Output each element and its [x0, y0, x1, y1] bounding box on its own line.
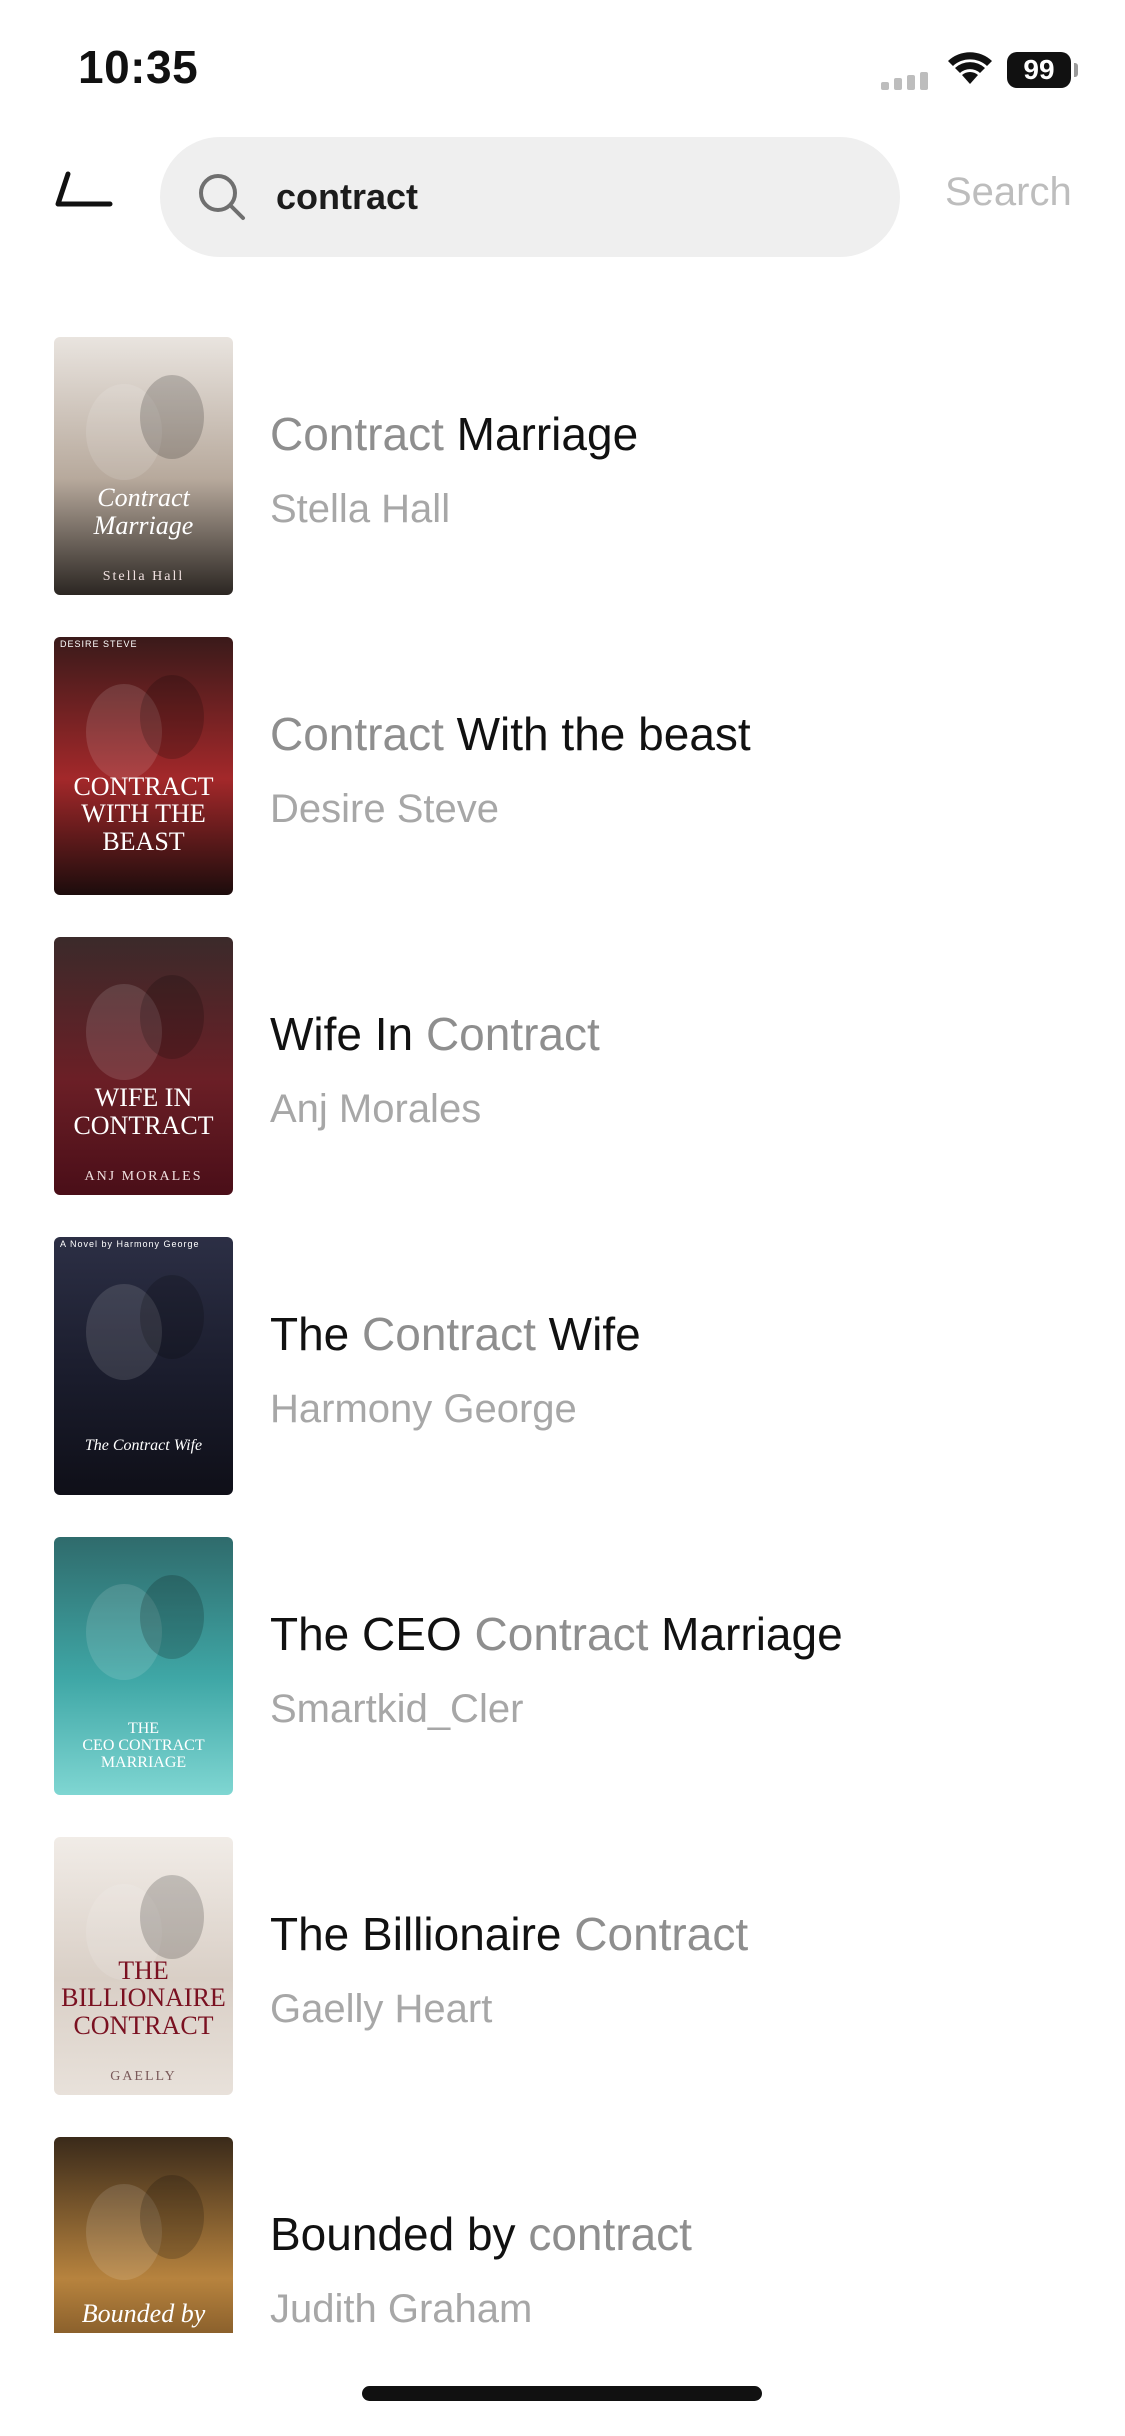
- title-segment: With the beast: [443, 708, 751, 760]
- search-icon: [199, 174, 245, 220]
- title-match-highlight: Contract: [474, 1608, 649, 1660]
- cover-author-text: Stella Hall: [102, 569, 185, 584]
- cover-top-text: DESIRE STEVE: [60, 639, 138, 649]
- status-bar: 10:35 99: [0, 0, 1125, 140]
- cover-title-text: Bounded bycontract: [54, 2300, 233, 2333]
- book-title[interactable]: Contract Marriage: [270, 407, 638, 461]
- cover-title-line: contract: [54, 2327, 233, 2333]
- book-result-item[interactable]: A Novel by Harmony George The Contract Wi…: [0, 1235, 1125, 1535]
- book-result-item[interactable]: THE BILLIONAIRE CONTRACT GAELLY The Billiona…: [0, 1835, 1125, 2135]
- title-match-highlight: contract: [528, 2208, 692, 2260]
- title-segment: The: [270, 1308, 363, 1360]
- cover-title-line: The Contract Wife: [84, 1437, 203, 1455]
- wifi-icon: [948, 52, 992, 84]
- book-cover-image[interactable]: A Novel by Harmony George The Contract Wi…: [54, 1237, 233, 1495]
- cellular-signal-icon: [881, 72, 928, 90]
- cover-author-text: ANJ MORALES: [84, 1169, 203, 1184]
- battery-tip: [1074, 63, 1078, 77]
- search-input[interactable]: contract: [276, 137, 418, 257]
- back-arrow-icon[interactable]: [50, 160, 120, 230]
- book-result-item[interactable]: Contract Marriage Stella Hall Contract Marr…: [0, 335, 1125, 635]
- book-result-item[interactable]: WIFE IN CONTRACT ANJ MORALES Wife In Contra…: [0, 935, 1125, 1235]
- book-result-item[interactable]: DESIRE STEVE CONTRACT WITH THE BEAST Contrac…: [0, 635, 1125, 935]
- cover-title-line: Marriage: [93, 510, 194, 540]
- cover-title-text: THE CEO CONTRACT MARRIAGE: [54, 1721, 233, 1771]
- status-time: 10:35: [78, 41, 199, 93]
- book-cover-image[interactable]: THE BILLIONAIRE CONTRACT GAELLY: [54, 1837, 233, 2095]
- cover-title-line: THE: [127, 1720, 160, 1738]
- search-button[interactable]: Search: [945, 170, 1072, 215]
- cover-title-text: CONTRACT WITH THE BEAST: [54, 773, 233, 855]
- results-list: Contract Marriage Stella Hall Contract Marr…: [0, 335, 1125, 2333]
- book-cover-image[interactable]: THE CEO CONTRACT MARRIAGE: [54, 1537, 233, 1795]
- title-match-highlight: Contract: [362, 1308, 536, 1360]
- cover-title-line: WIFE IN: [94, 1083, 193, 1113]
- book-title[interactable]: The Contract Wife: [270, 1307, 641, 1361]
- book-author: Smartkid_Cler: [270, 1687, 524, 1731]
- book-author: Gaelly Heart: [270, 1987, 493, 2031]
- title-segment: Marriage: [648, 1608, 843, 1660]
- title-segment: The CEO: [270, 1608, 475, 1660]
- cover-title-line: CONTRACT: [73, 1110, 214, 1140]
- cover-title-line: CONTRACT: [73, 772, 214, 802]
- cover-title-line: CEO CONTRACT MARRIAGE: [82, 1737, 205, 1771]
- cover-top-text: A Novel by Harmony George: [60, 1239, 200, 1249]
- book-title[interactable]: The CEO Contract Marriage: [270, 1607, 843, 1661]
- book-cover-image[interactable]: Bounded bycontract: [54, 2137, 233, 2333]
- title-match-highlight: Contract: [270, 408, 444, 460]
- book-title[interactable]: The Billionaire Contract: [270, 1907, 748, 1961]
- home-indicator: [362, 2386, 762, 2401]
- book-cover-image[interactable]: Contract Marriage Stella Hall: [54, 337, 233, 595]
- cover-title-line: THE: [118, 1956, 169, 1986]
- book-author: Desire Steve: [270, 787, 499, 831]
- book-cover-image[interactable]: WIFE IN CONTRACT ANJ MORALES: [54, 937, 233, 1195]
- cover-title-line: Contract: [97, 483, 190, 513]
- title-segment: Wife In: [270, 1008, 426, 1060]
- title-segment: Marriage: [443, 408, 639, 460]
- cover-title-line: BEAST: [102, 826, 185, 856]
- search-results-screen: 10:35 99 contract Search Contract Marriag…: [0, 0, 1125, 2436]
- book-result-item[interactable]: THE CEO CONTRACT MARRIAGE The CEO Contract…: [0, 1535, 1125, 1835]
- title-match-highlight: Contract: [574, 1908, 749, 1960]
- cover-title-text: Contract Marriage: [54, 484, 233, 539]
- book-author: Stella Hall: [270, 487, 451, 531]
- title-segment: Wife: [535, 1308, 641, 1360]
- title-match-highlight: Contract: [270, 708, 444, 760]
- book-author: Judith Graham: [270, 2287, 533, 2331]
- book-title[interactable]: Bounded by contract: [270, 2207, 692, 2261]
- cover-author-text: GAELLY: [110, 2069, 177, 2084]
- book-author: Anj Morales: [270, 1087, 482, 1131]
- cover-title-line: BILLIONAIRE: [61, 1983, 226, 2013]
- title-segment: The Billionaire: [270, 1908, 575, 1960]
- book-title[interactable]: Contract With the beast: [270, 707, 751, 761]
- title-segment: Bounded by: [270, 2208, 529, 2260]
- search-bar[interactable]: contract: [160, 137, 900, 257]
- cover-title-text: The Contract Wife: [54, 1437, 233, 1455]
- book-author: Harmony George: [270, 1387, 577, 1431]
- cover-title-text: THE BILLIONAIRE CONTRACT: [54, 1957, 233, 2039]
- cover-title-line: WITH THE: [81, 799, 206, 829]
- book-title[interactable]: Wife In Contract: [270, 1007, 600, 1061]
- cover-title-line: Bounded by: [81, 2299, 206, 2329]
- cover-title-line: CONTRACT: [73, 2010, 214, 2040]
- book-result-item[interactable]: Bounded bycontractBounded by contractJud…: [0, 2135, 1125, 2333]
- title-match-highlight: Contract: [425, 1008, 600, 1060]
- book-cover-image[interactable]: DESIRE STEVE CONTRACT WITH THE BEAST: [54, 637, 233, 895]
- cover-title-text: WIFE IN CONTRACT: [54, 1084, 233, 1139]
- battery-icon: 99: [1007, 52, 1071, 88]
